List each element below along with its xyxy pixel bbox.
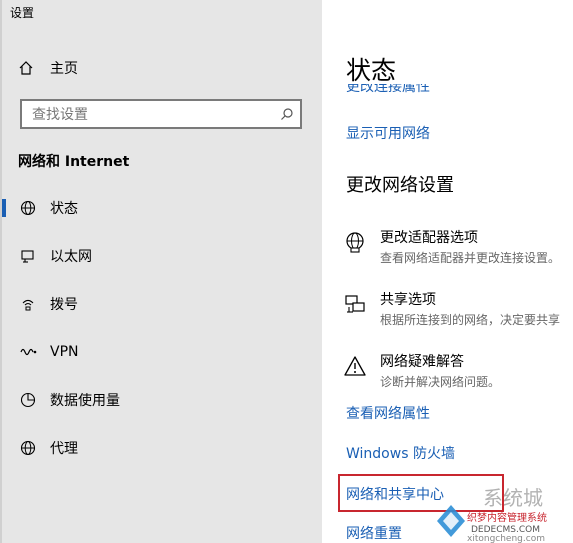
option-desc: 诊断并解决网络问题。 — [380, 375, 501, 389]
sidebar: 设置 主页 网络和 Internet 状态 以太网 拨号 — [0, 0, 322, 543]
vpn-icon — [18, 346, 38, 358]
adapter-globe-icon — [344, 231, 368, 266]
troubleshoot-item[interactable]: 网络疑难解答 诊断并解决网络问题。 — [344, 351, 500, 390]
option-desc: 查看网络适配器并更改连接设置。 — [380, 251, 561, 265]
page-title: 状态 — [346, 56, 397, 85]
sidebar-item-label: 数据使用量 — [50, 393, 120, 409]
sidebar-item-dialup[interactable]: 拨号 — [0, 289, 322, 319]
option-title: 共享选项 — [380, 292, 436, 308]
app-title: 设置 — [10, 6, 35, 20]
sidebar-item-label: 状态 — [50, 201, 78, 217]
home-icon — [18, 60, 38, 76]
sidebar-item-proxy[interactable]: 代理 — [0, 433, 322, 463]
sidebar-item-status[interactable]: 状态 — [0, 193, 322, 223]
search-icon[interactable] — [280, 106, 294, 125]
warning-icon — [344, 355, 368, 390]
search-box[interactable] — [20, 99, 302, 129]
watermark-brand: 系统城 — [483, 486, 543, 510]
home-label: 主页 — [50, 61, 78, 77]
change-connection-properties-link[interactable]: 更改连接属性 — [346, 84, 430, 95]
adapter-options-item[interactable]: 更改适配器选项 查看网络适配器并更改连接设置。 — [344, 227, 560, 266]
selection-indicator — [2, 199, 6, 217]
sidebar-item-vpn[interactable]: VPN — [0, 337, 322, 367]
sidebar-item-label: 以太网 — [50, 249, 92, 265]
globe-icon — [18, 440, 38, 456]
dialup-icon — [18, 296, 38, 312]
watermark-logo-icon — [437, 505, 465, 537]
change-settings-heading: 更改网络设置 — [346, 175, 454, 196]
sidebar-item-label: 代理 — [50, 441, 78, 457]
sidebar-item-data-usage[interactable]: 数据使用量 — [0, 385, 322, 415]
option-desc: 根据所连接到的网络，决定要共享 — [380, 313, 561, 327]
show-available-networks-link[interactable]: 显示可用网络 — [346, 123, 430, 143]
watermark-cn-text: 织梦内容管理系统 — [467, 511, 547, 524]
windows-firewall-link[interactable]: Windows 防火墙 — [346, 443, 455, 463]
network-reset-link[interactable]: 网络重置 — [346, 523, 402, 543]
view-network-properties-link[interactable]: 查看网络属性 — [346, 403, 430, 423]
option-title: 网络疑难解答 — [380, 354, 464, 370]
search-input[interactable] — [30, 106, 274, 124]
globe-icon — [18, 200, 38, 216]
data-usage-icon — [18, 392, 38, 408]
sharing-icon — [344, 293, 368, 328]
watermark-url-2: xitongcheng.com — [467, 534, 545, 543]
main-panel: 状态 更改连接属性 显示可用网络 更改网络设置 更改适配器选项 查看网络适配器并… — [322, 0, 573, 543]
watermark: 系统城 织梦内容管理系统 DEDECMS.COM xitongcheng.com — [423, 483, 573, 543]
option-title: 更改适配器选项 — [380, 230, 478, 246]
sidebar-item-label: 拨号 — [50, 297, 78, 313]
section-title: 网络和 Internet — [18, 154, 130, 170]
ethernet-icon — [18, 248, 38, 264]
sharing-options-item[interactable]: 共享选项 根据所连接到的网络，决定要共享 — [344, 289, 560, 328]
sidebar-item-ethernet[interactable]: 以太网 — [0, 241, 322, 271]
sidebar-item-label: VPN — [50, 344, 79, 360]
home-nav[interactable]: 主页 — [18, 58, 78, 78]
